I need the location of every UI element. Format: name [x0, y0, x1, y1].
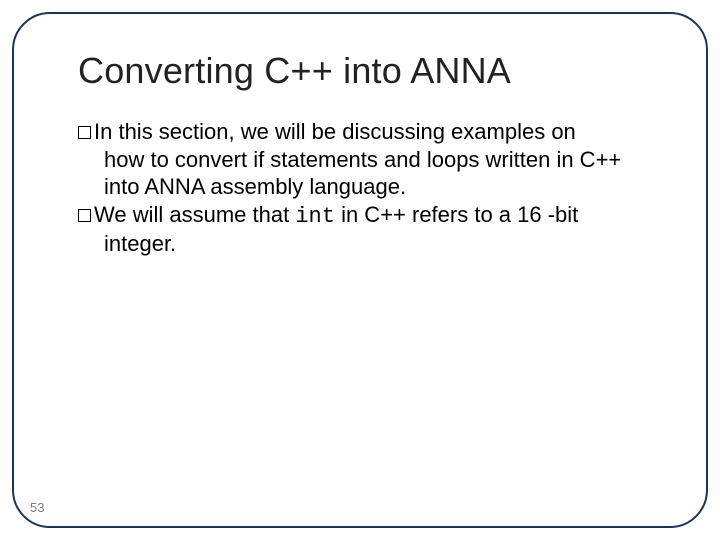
square-bullet-icon	[78, 126, 91, 139]
bullet-1-cont: how to convert if statements and loops w…	[104, 146, 660, 201]
bullet-2-post: in C++ refers to a 16 -bit	[335, 202, 578, 227]
square-bullet-icon	[78, 209, 91, 222]
bullet-2: We will assume that int in C++ refers to…	[78, 201, 660, 231]
bullet-2-code: int	[295, 204, 335, 229]
slide: Converting C++ into ANNA In this section…	[0, 0, 720, 540]
slide-body: In this section, we will be discussing e…	[78, 118, 660, 258]
bullet-2-pre: We will assume that	[94, 202, 295, 227]
slide-title: Converting C++ into ANNA	[78, 50, 660, 92]
bullet-1-firstline: In this section, we will be discussing e…	[94, 119, 576, 144]
bullet-2-cont: integer.	[104, 230, 660, 258]
bullet-1: In this section, we will be discussing e…	[78, 118, 660, 146]
page-number: 53	[30, 500, 44, 515]
